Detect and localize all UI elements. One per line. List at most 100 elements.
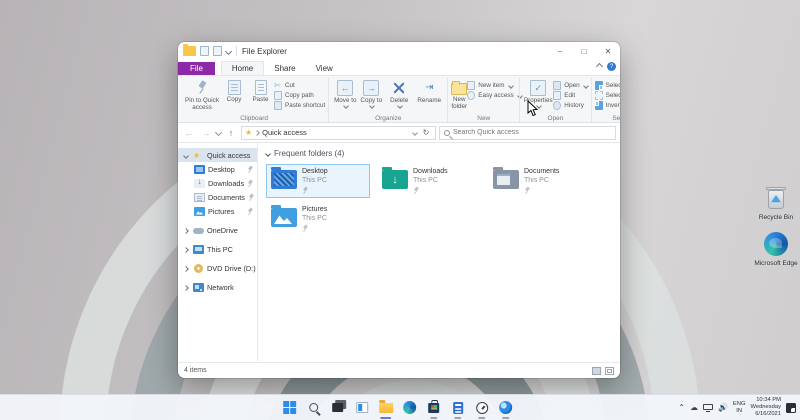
refresh-icon[interactable]: ↻ — [420, 128, 432, 137]
tile-documents[interactable]: Documents This PC — [488, 164, 592, 198]
tab-view[interactable]: View — [306, 62, 343, 75]
copy-path-button[interactable]: Copy path — [274, 91, 325, 100]
collapse-chevron-icon[interactable] — [183, 266, 189, 272]
tile-desktop[interactable]: Desktop This PC — [266, 164, 370, 198]
titlebar[interactable]: File Explorer – □ ✕ — [178, 42, 620, 60]
tile-pictures[interactable]: Pictures This PC — [266, 202, 370, 236]
sidebar-item-dvd-drive[interactable]: DVD Drive (D:) CCCC — [178, 261, 257, 275]
search-box[interactable] — [439, 126, 616, 140]
notification-center-icon[interactable] — [786, 403, 796, 413]
qat-new-folder-icon[interactable] — [213, 46, 222, 56]
up-icon[interactable]: ↑ — [224, 128, 238, 138]
qat-customize-chevron-icon[interactable] — [225, 47, 232, 54]
button-label: Invert selection — [606, 102, 620, 109]
sidebar-item-desktop[interactable]: Desktop — [178, 162, 257, 176]
back-icon[interactable]: ← — [182, 128, 196, 138]
cut-button[interactable]: ✄ Cut — [274, 81, 325, 90]
help-icon[interactable]: ? — [607, 62, 616, 71]
copy-button[interactable]: Copy — [221, 79, 247, 103]
minimize-button[interactable]: – — [548, 42, 572, 60]
invert-selection-icon — [595, 101, 603, 110]
clock-date-area[interactable]: 10:34 PM Wednesday 6/16/2021 — [750, 397, 781, 419]
group-label-clipboard: Clipboard — [180, 115, 328, 122]
sidebar-item-documents[interactable]: Documents — [178, 190, 257, 204]
address-box[interactable]: ★ Quick access ↻ — [241, 126, 436, 140]
tray-overflow-chevron-icon[interactable]: ⌃ — [678, 403, 685, 412]
recent-locations-chevron-icon[interactable] — [215, 129, 222, 136]
history-button[interactable]: History — [553, 101, 587, 110]
tab-share[interactable]: Share — [264, 62, 305, 75]
volume-tray-icon[interactable]: 🔊 — [718, 403, 728, 412]
frequent-folders-header[interactable]: Frequent folders (4) — [266, 149, 612, 158]
new-item-button[interactable]: New item — [467, 81, 521, 90]
move-to-icon — [337, 80, 353, 96]
qat-properties-icon[interactable] — [200, 46, 209, 56]
onedrive-tray-icon[interactable]: ☁ — [690, 403, 698, 412]
collapse-chevron-icon[interactable] — [183, 228, 189, 234]
section-collapse-chevron-icon[interactable] — [265, 151, 271, 157]
collapse-chevron-icon[interactable] — [183, 247, 189, 253]
paste-button[interactable]: Paste — [247, 79, 274, 103]
task-view-icon — [332, 403, 343, 412]
calculator-taskbar-button[interactable] — [450, 400, 465, 415]
open-button[interactable]: Open — [553, 81, 587, 90]
recycle-bin-icon — [763, 186, 789, 212]
select-none-button[interactable]: Select none — [595, 91, 620, 100]
move-to-button[interactable]: Move to — [332, 79, 358, 111]
task-view-button[interactable] — [330, 400, 345, 415]
invert-selection-button[interactable]: Invert selection — [595, 101, 620, 110]
delete-button[interactable]: Delete — [384, 79, 414, 111]
expand-chevron-icon[interactable] — [183, 153, 189, 159]
start-button[interactable] — [282, 400, 297, 415]
tray-date: 6/16/2021 — [750, 411, 781, 418]
easy-access-button[interactable]: Easy access — [467, 91, 521, 100]
address-dropdown-icon[interactable] — [412, 130, 418, 136]
collapse-ribbon-icon[interactable] — [596, 63, 603, 70]
search-button[interactable] — [306, 400, 321, 415]
sidebar-item-onedrive[interactable]: OneDrive — [178, 223, 257, 237]
copy-to-button[interactable]: Copy to — [358, 79, 384, 111]
clock-taskbar-button[interactable] — [474, 400, 489, 415]
edit-button[interactable]: Edit — [553, 91, 587, 100]
search-input[interactable] — [453, 129, 611, 136]
maximize-button[interactable]: □ — [572, 42, 596, 60]
status-bar: 4 items — [178, 362, 620, 378]
tile-downloads[interactable]: Downloads This PC — [377, 164, 481, 198]
widgets-icon — [356, 402, 368, 413]
close-button[interactable]: ✕ — [596, 42, 620, 60]
breadcrumb-path[interactable]: Quick access — [262, 128, 307, 137]
details-view-button[interactable] — [592, 367, 601, 375]
sidebar-item-downloads[interactable]: Downloads — [178, 176, 257, 190]
file-explorer-taskbar-button[interactable] — [378, 400, 393, 415]
desktop-icon-recycle-bin[interactable]: Recycle Bin — [750, 186, 800, 222]
paste-shortcut-button[interactable]: Paste shortcut — [274, 101, 325, 110]
desktop-icon-microsoft-edge[interactable]: Microsoft Edge — [750, 232, 800, 268]
pin-to-quick-access-button[interactable]: Pin to Quick access — [183, 79, 221, 111]
network-tray-icon[interactable] — [703, 404, 713, 412]
sidebar-item-pictures[interactable]: Pictures — [178, 204, 257, 218]
this-pc-icon — [193, 245, 204, 254]
sidebar-item-label: Desktop — [208, 165, 235, 174]
tile-name: Pictures — [302, 206, 327, 215]
store-taskbar-button[interactable] — [426, 400, 441, 415]
widgets-button[interactable] — [354, 400, 369, 415]
mouse-cursor — [527, 100, 539, 117]
edge-taskbar-button[interactable] — [402, 400, 417, 415]
sidebar-item-label: This PC — [207, 245, 233, 254]
pin-icon — [247, 180, 253, 186]
sidebar-item-network[interactable]: Network — [178, 280, 257, 294]
browser-taskbar-button[interactable] — [498, 400, 513, 415]
sidebar-item-this-pc[interactable]: This PC — [178, 242, 257, 256]
rename-button[interactable]: Rename — [414, 79, 444, 104]
sidebar-item-label: Documents — [208, 193, 245, 202]
language-indicator[interactable]: ENG IN — [733, 401, 746, 415]
tab-file[interactable]: File — [178, 62, 215, 75]
forward-icon[interactable]: → — [199, 128, 213, 138]
copy-path-icon — [274, 91, 282, 100]
large-icons-view-button[interactable] — [605, 367, 614, 375]
tab-home[interactable]: Home — [221, 61, 264, 75]
new-folder-button[interactable]: New folder — [451, 79, 467, 110]
sidebar-item-quick-access[interactable]: ★ Quick access — [178, 148, 257, 162]
select-all-button[interactable]: Select all — [595, 81, 620, 90]
collapse-chevron-icon[interactable] — [183, 285, 189, 291]
